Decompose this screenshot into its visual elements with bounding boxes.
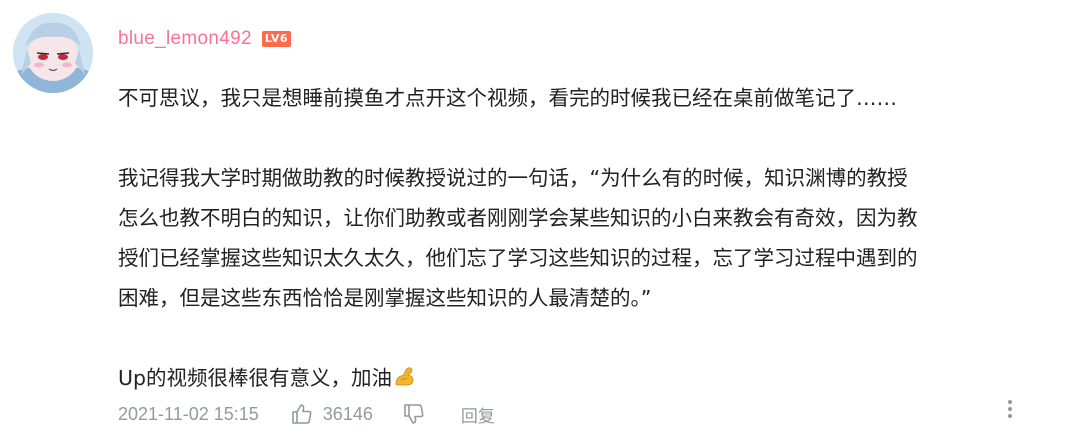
comment-paragraph-2: 我记得我大学时期做助教的时候教授说过的一句话，“为什么有的时候，知识渊博的教授 … (118, 166, 918, 310)
like-button[interactable]: 36146 (291, 403, 373, 425)
comment-paragraph-3-text: Up的视频很棒很有意义，加油 (118, 366, 393, 390)
more-options-button[interactable] (1002, 398, 1018, 426)
comment-content: 不可思议，我只是想睡前摸鱼才点开这个视频，看完的时候我已经在桌前做笔记了…… 我… (118, 78, 1063, 401)
avatar-image (13, 13, 93, 93)
more-vertical-icon (1008, 400, 1012, 418)
like-count: 36146 (322, 403, 373, 424)
dislike-button[interactable] (403, 403, 425, 425)
comment-timestamp: 2021-11-02 15:15 (118, 403, 259, 424)
comment-paragraph-3: Up的视频很棒很有意义，加油 (118, 358, 1063, 401)
thumbs-up-icon (291, 404, 312, 424)
flexed-biceps-icon (393, 361, 417, 401)
username-link[interactable]: blue_lemon492 (118, 28, 252, 50)
comment-item: blue_lemon492 LV6 不可思议，我只是想睡前摸鱼才点开这个视频，看… (0, 0, 1080, 435)
reply-button[interactable]: 回复 (461, 402, 495, 427)
comment-paragraph-1: 不可思议，我只是想睡前摸鱼才点开这个视频，看完的时候我已经在桌前做笔记了…… (118, 86, 897, 110)
level-badge: LV6 (261, 31, 292, 47)
thumbs-down-icon (404, 404, 424, 424)
comment-header: blue_lemon492 LV6 (118, 24, 292, 54)
avatar[interactable] (13, 13, 93, 93)
comment-footer: 2021-11-02 15:15 36146 回复 (118, 398, 1058, 430)
